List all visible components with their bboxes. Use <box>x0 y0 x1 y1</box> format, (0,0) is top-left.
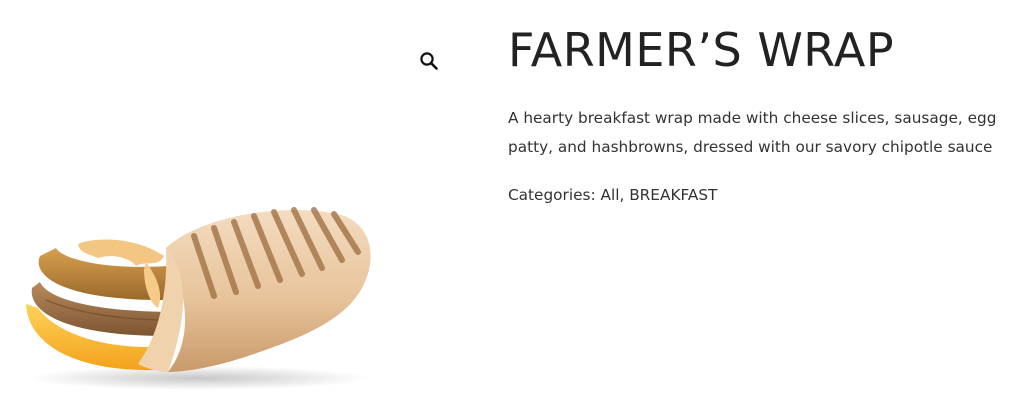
product-summary: FARMER’S WRAP A hearty breakfast wrap ma… <box>508 22 1018 204</box>
product-title: FARMER’S WRAP <box>508 23 895 77</box>
product-description: A hearty breakfast wrap made with cheese… <box>508 109 997 156</box>
search-icon <box>420 52 438 70</box>
categories-label: Categories: <box>508 186 596 204</box>
product-gallery <box>0 0 470 404</box>
zoom-button[interactable] <box>414 46 444 76</box>
category-link-breakfast[interactable]: BREAKFAST <box>629 186 717 204</box>
category-separator: , <box>619 186 630 204</box>
category-link-all[interactable]: All <box>600 186 619 204</box>
product-page: FARMER’S WRAP A hearty breakfast wrap ma… <box>0 0 1024 404</box>
product-categories: Categories: All, BREAKFAST <box>508 186 1018 204</box>
product-image[interactable] <box>18 196 378 392</box>
